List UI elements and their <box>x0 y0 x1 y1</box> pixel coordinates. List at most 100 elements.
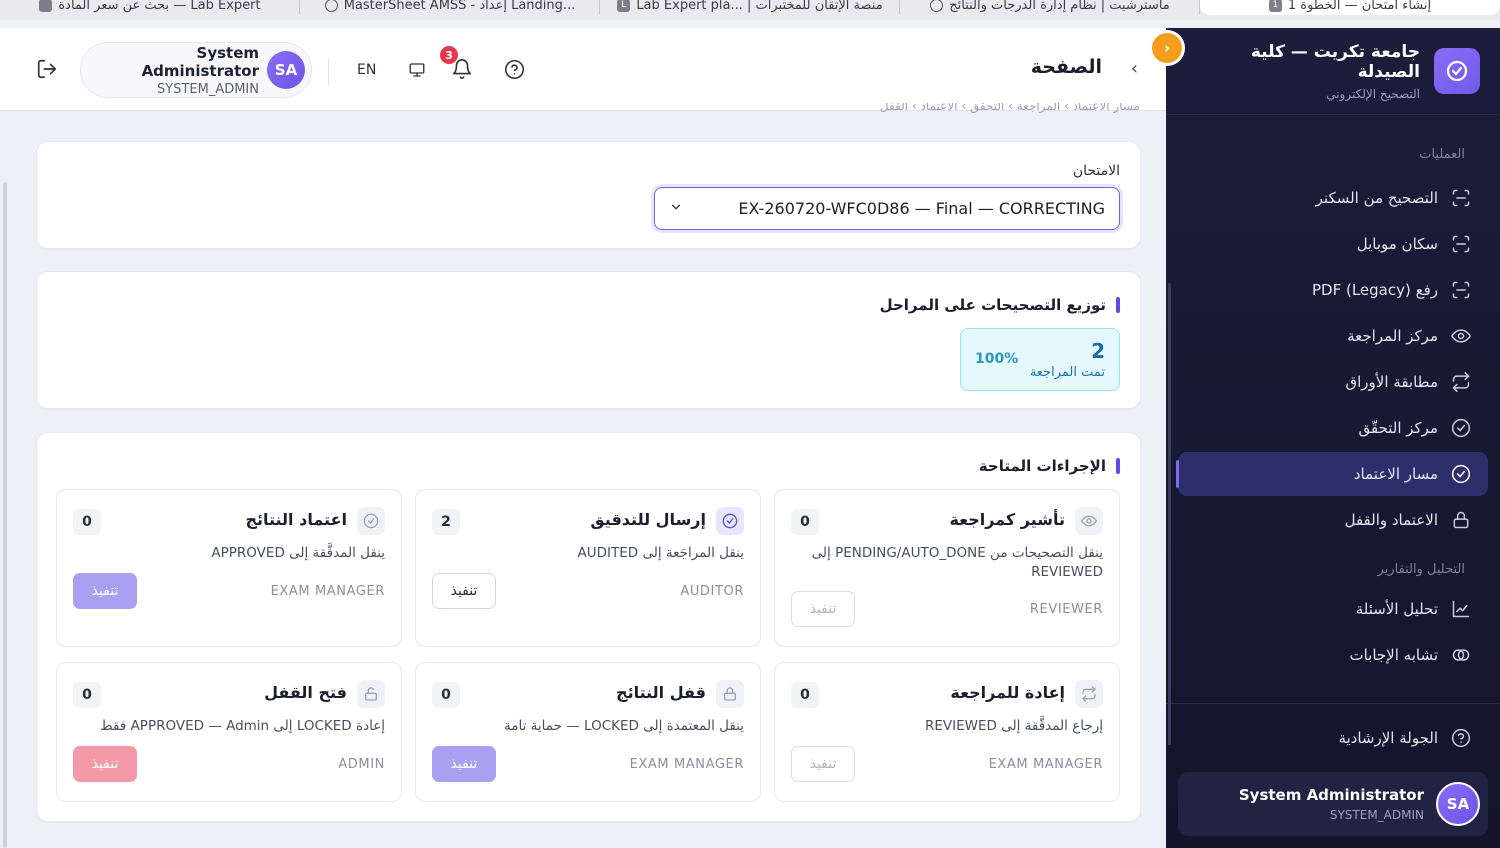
execute-button[interactable]: تنفيذ <box>791 591 855 627</box>
main-scrollbar[interactable] <box>3 182 7 848</box>
browser-tab-strip: بحث عن سعر المادة — Lab Expert MasterShe… <box>0 0 1500 20</box>
sidebar-section-operations: العمليات <box>1419 147 1465 162</box>
execute-button[interactable]: تنفيذ <box>432 746 496 782</box>
eye-icon <box>1450 325 1472 347</box>
openai-favicon-icon <box>324 0 338 12</box>
sidebar-reports-nav: تحليل الأسئلة تشابه الإجابات <box>1166 587 1500 677</box>
scan-icon <box>1450 233 1472 255</box>
stage-label: تمت المراجعة <box>1029 365 1105 380</box>
sidebar-item-pdf-upload[interactable]: رفع PDF (Legacy) <box>1178 268 1488 312</box>
action-card-return-review: إعادة للمراجعة 0 إرجاع المدقَّقة إلى REV… <box>774 662 1120 802</box>
action-count-badge: 0 <box>73 509 101 535</box>
stage-reviewed-box: 2 تمت المراجعة 100% <box>960 328 1120 391</box>
swap-icon <box>1075 680 1103 708</box>
sidebar-item-answer-similarity[interactable]: تشابه الإجابات <box>1178 633 1488 677</box>
action-card-approve-results: اعتماد النتائج 0 ينقل المدقَّقة إلى APPR… <box>56 489 402 647</box>
sidebar-scrollbar[interactable] <box>1168 283 1171 745</box>
action-title: إرسال للتدقيق <box>590 510 706 529</box>
monitor-icon[interactable] <box>408 61 426 83</box>
user-menu-chip[interactable]: System Administrator SYSTEM_ADMIN SA <box>80 42 312 98</box>
sidebar-brand: جامعة تكريت — كلية الصيدلة التصحيح الإلك… <box>1166 28 1500 115</box>
browser-tab[interactable]: MasterSheet AMSS - إعداد Landing... <box>300 0 600 15</box>
sidebar-item-guided-tour[interactable]: الجولة الإرشادية <box>1178 716 1488 760</box>
browser-tab-label: إنشاء امتحان — الخطوة 1 <box>1287 0 1432 13</box>
brand-title: جامعة تكريت — كلية الصيدلة <box>1250 41 1420 82</box>
tab-badge: 1 <box>1268 0 1282 12</box>
unlock-icon <box>357 680 385 708</box>
action-count-badge: 0 <box>791 682 819 708</box>
browser-tab-label: ماسترشيت | نظام إدارة الدرجات والنتائج <box>949 0 1170 13</box>
lock-icon <box>1450 509 1472 531</box>
browser-tab[interactable]: ماسترشيت | نظام إدارة الدرجات والنتائج <box>900 0 1200 15</box>
stage-percent: 100% <box>975 351 1019 367</box>
exam-select[interactable]: EX-260720-WFC0D86 — Final — CORRECTING <box>654 187 1120 230</box>
favicon-icon <box>930 0 944 12</box>
execute-button[interactable]: تنفيذ <box>73 573 137 609</box>
chart-icon <box>1450 598 1472 620</box>
execute-button[interactable]: تنفيذ <box>791 746 855 782</box>
browser-tab-active[interactable]: 1 إنشاء امتحان — الخطوة 1 <box>1200 0 1500 15</box>
check-circle-icon <box>1450 463 1472 485</box>
sidebar-user-card[interactable]: SA System Administrator SYSTEM_ADMIN <box>1178 772 1488 836</box>
action-count-badge: 2 <box>432 509 460 535</box>
sidebar-item-label: مركز المراجعة <box>1347 327 1438 345</box>
action-count-badge: 0 <box>791 509 819 535</box>
chevron-left-icon[interactable]: ‹ <box>1131 58 1138 79</box>
chevron-down-icon <box>669 199 683 218</box>
favicon-icon: L <box>617 0 631 12</box>
logout-icon[interactable] <box>36 58 58 84</box>
sidebar-item-approval-path[interactable]: مسار الاعتماد <box>1176 452 1488 496</box>
sidebar-item-mobile-scan[interactable]: سكان موبايل <box>1178 222 1488 266</box>
avatar: SA <box>1436 782 1480 826</box>
sidebar-item-label: الاعتماد والقفل <box>1344 511 1438 529</box>
browser-tab-label: Lab Expert pla... | منصة الإتقان للمختبر… <box>636 0 883 13</box>
sidebar-item-question-analysis[interactable]: تحليل الأسئلة <box>1178 587 1488 631</box>
execute-button[interactable]: تنفيذ <box>73 746 137 782</box>
sidebar-item-paper-matching[interactable]: مطابقة الأوراق <box>1178 360 1488 404</box>
overlap-icon <box>1450 644 1472 666</box>
execute-button[interactable]: تنفيذ <box>432 573 496 609</box>
action-description: ينقل المراجَعة إلى AUDITED <box>577 545 744 561</box>
action-description: ينقل المدقَّقة إلى APPROVED <box>211 545 385 561</box>
favicon-icon <box>39 0 53 12</box>
help-circle-icon[interactable] <box>504 59 525 84</box>
sidebar-user-name: System Administrator <box>1238 786 1424 804</box>
action-card-mark-reviewed: تأشير كمراجعة 0 ينقل التصحيحات من PENDIN… <box>774 489 1120 647</box>
check-circle-icon <box>357 507 385 535</box>
sidebar-item-label: الجولة الإرشادية <box>1338 729 1438 747</box>
action-card-unlock: فتح القفل 0 إعادة LOCKED إلى APPROVED — … <box>56 662 402 802</box>
exam-select-card: الامتحان EX-260720-WFC0D86 — Final — COR… <box>36 141 1141 249</box>
browser-tab[interactable]: L Lab Expert pla... | منصة الإتقان للمختب… <box>600 0 900 15</box>
action-title: إعادة للمراجعة <box>950 683 1065 702</box>
eye-icon <box>1075 507 1103 535</box>
sidebar-collapse-chevron-icon[interactable]: › <box>1152 33 1182 63</box>
action-title: فتح القفل <box>264 683 347 702</box>
sidebar-item-verification-center[interactable]: مركز التحقّق <box>1178 406 1488 450</box>
page-title: الصفحة <box>1030 56 1102 78</box>
help-circle-icon <box>1450 727 1472 749</box>
sidebar-item-label: مركز التحقّق <box>1358 419 1438 437</box>
sidebar-item-label: مطابقة الأوراق <box>1345 373 1439 391</box>
sidebar-item-review-center[interactable]: مركز المراجعة <box>1178 314 1488 358</box>
action-description: ينقل المعتمدة إلى LOCKED — حماية تامة <box>504 718 744 734</box>
sidebar-ops-nav: التصحيح من السكنر سكان موبايل رفع PDF (L… <box>1166 176 1500 542</box>
scan-icon <box>1450 187 1472 209</box>
browser-tab-label: MasterSheet AMSS - إعداد Landing... <box>343 0 576 13</box>
user-name: System Administrator <box>141 43 259 80</box>
browser-tab[interactable]: بحث عن سعر المادة — Lab Expert <box>0 0 300 15</box>
sidebar-section-reports: التحليل والتقارير <box>1377 562 1465 577</box>
scan-icon <box>1450 279 1472 301</box>
sidebar-item-approve-lock[interactable]: الاعتماد والقفل <box>1178 498 1488 542</box>
available-actions-title: الإجراءات المتاحة <box>979 457 1120 475</box>
action-description: إعادة LOCKED إلى APPROVED — Admin فقط <box>100 718 385 734</box>
notification-count-badge: 3 <box>440 46 458 64</box>
swap-icon <box>1450 371 1472 393</box>
sidebar-user-role: SYSTEM_ADMIN <box>1329 808 1424 822</box>
action-title: قفل النتائج <box>616 683 706 702</box>
action-description: إرجاع المدقَّقة إلى REVIEWED <box>925 718 1103 734</box>
action-count-badge: 0 <box>73 682 101 708</box>
language-toggle[interactable]: EN <box>357 62 376 78</box>
action-title: تأشير كمراجعة <box>949 510 1065 529</box>
exam-select-value: EX-260720-WFC0D86 — Final — CORRECTING <box>738 199 1105 218</box>
sidebar-item-scanner-correction[interactable]: التصحيح من السكنر <box>1178 176 1488 220</box>
